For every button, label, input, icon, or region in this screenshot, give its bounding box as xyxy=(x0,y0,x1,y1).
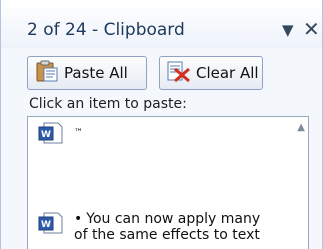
pane-title: 2 of 24 - Clipboard xyxy=(27,20,185,40)
paste-icon xyxy=(34,59,60,87)
task-pane-titlebar: 2 of 24 - Clipboard ▼ ✕ xyxy=(1,0,322,48)
clipboard-items-list[interactable]: ▲ W ™ W • You can now apply many of the … xyxy=(27,116,309,249)
clear-all-label: Clear All xyxy=(196,64,259,82)
clipboard-item[interactable]: W • You can now apply many of the same ef… xyxy=(38,211,278,243)
clear-icon xyxy=(166,59,192,87)
close-icon[interactable]: ✕ xyxy=(303,17,320,41)
dropdown-arrow-icon[interactable]: ▼ xyxy=(282,20,294,40)
clipboard-task-pane: 2 of 24 - Clipboard ▼ ✕ Paste All Clear … xyxy=(0,0,323,249)
clipboard-item-content: You can now apply many of the same effec… xyxy=(74,211,261,243)
clear-all-button[interactable]: Clear All xyxy=(159,56,263,90)
bullet: • xyxy=(74,211,83,227)
scroll-up-arrow-icon[interactable]: ▲ xyxy=(297,122,305,133)
word-document-icon: W xyxy=(38,211,64,235)
svg-text:W: W xyxy=(41,130,51,140)
word-document-icon: W xyxy=(38,121,64,145)
instruction-text: Click an item to paste: xyxy=(29,96,187,112)
clipboard-item-text: ™ xyxy=(74,128,83,138)
svg-text:W: W xyxy=(41,220,51,230)
paste-all-label: Paste All xyxy=(64,64,128,82)
clipboard-item[interactable]: W ™ xyxy=(38,121,83,145)
clipboard-item-text: • You can now apply many of the same effe… xyxy=(74,211,278,243)
paste-all-button[interactable]: Paste All xyxy=(27,56,147,90)
